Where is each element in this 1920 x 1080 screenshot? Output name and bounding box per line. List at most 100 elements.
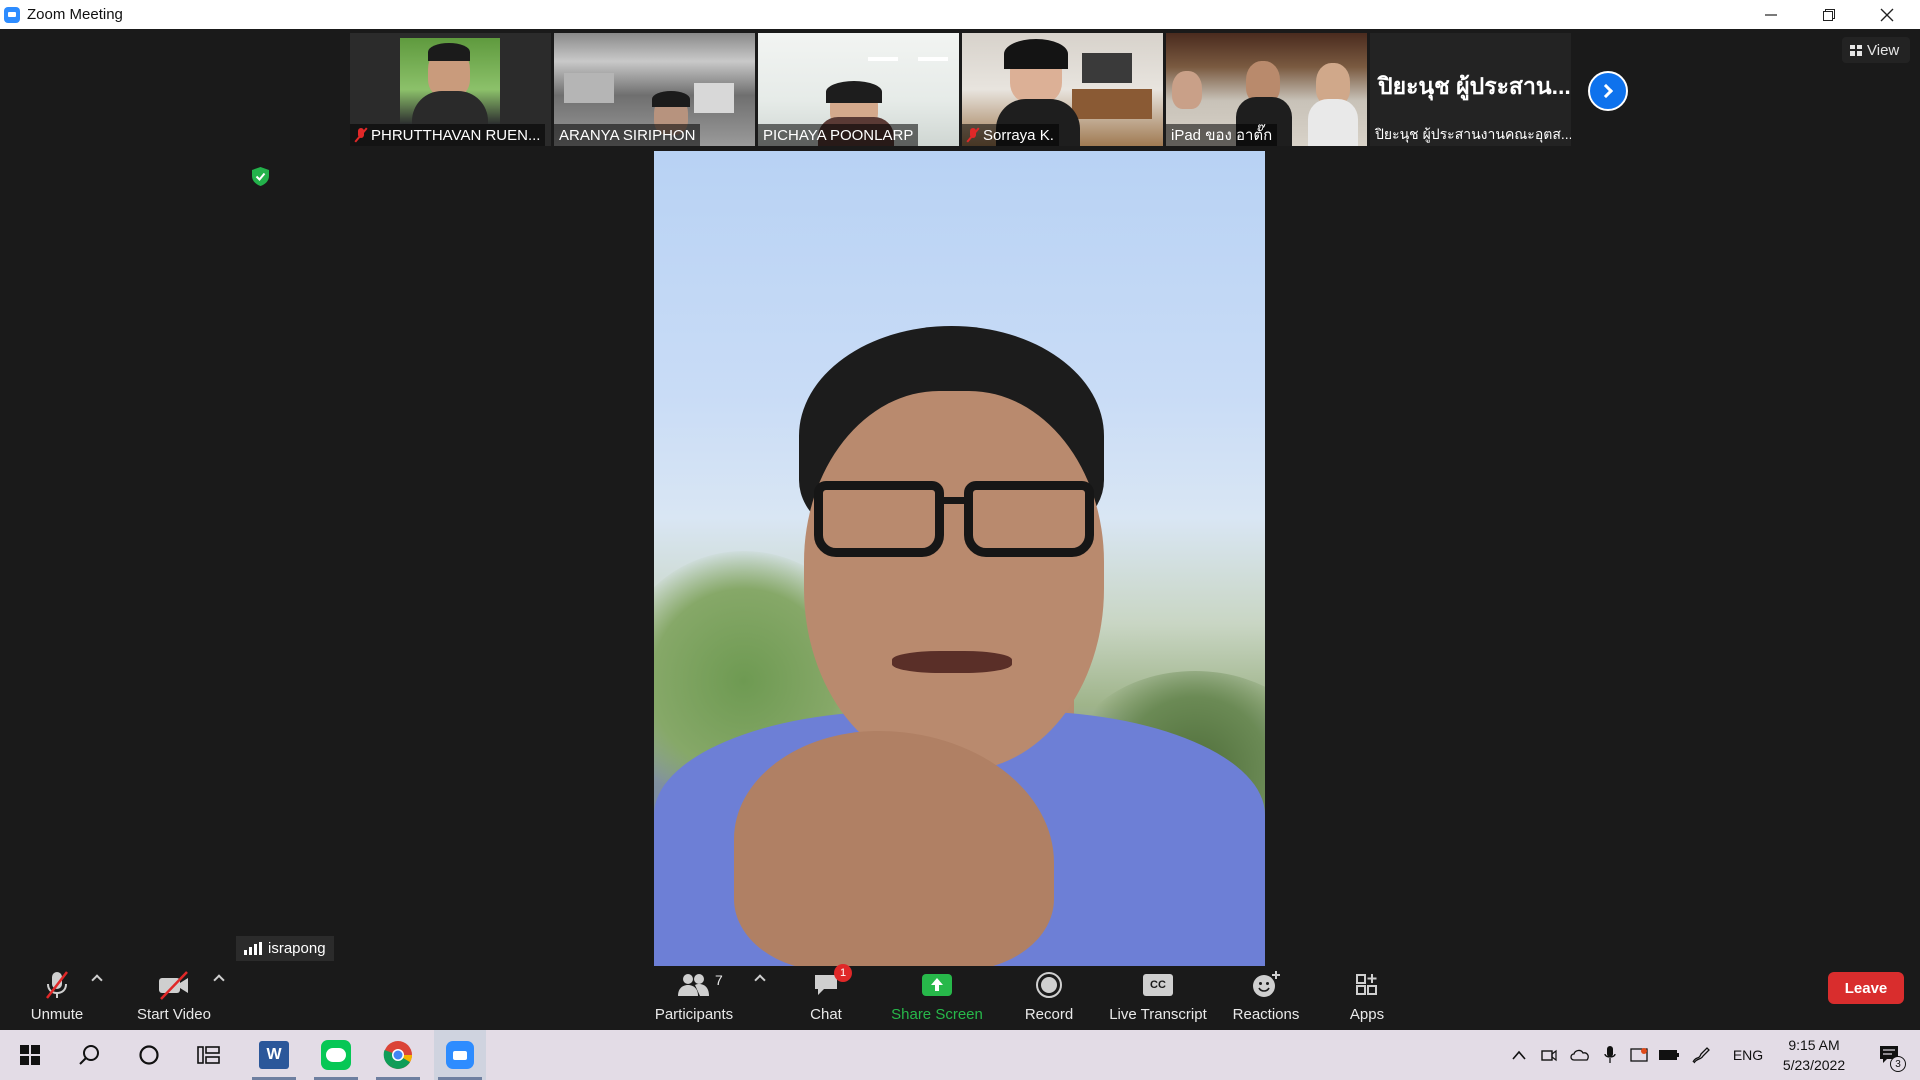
zoom-app-icon [4, 6, 20, 23]
cortana-circle-icon [139, 1045, 159, 1065]
participant-thumbnail[interactable]: PHRUTTHAVAN RUEN... [350, 33, 551, 146]
chevron-up-icon [1512, 1050, 1526, 1060]
participant-thumbnail[interactable]: PICHAYA POONLARP [758, 33, 959, 146]
speaker-name-tag: israpong [236, 936, 334, 961]
restore-icon [1823, 8, 1835, 21]
zoom-taskbar-icon [446, 1041, 474, 1069]
tray-sync[interactable] [1626, 1030, 1652, 1080]
minimize-icon [1765, 13, 1777, 16]
participant-thumbnail[interactable]: ARANYA SIRIPHON [554, 33, 755, 146]
clock-date: 5/23/2022 [1782, 1057, 1846, 1073]
video-camera-tray-icon [1541, 1049, 1557, 1062]
start-video-label: Start Video [137, 1006, 211, 1023]
tray-microphone[interactable] [1598, 1030, 1622, 1080]
taskbar-word[interactable]: W [248, 1030, 300, 1080]
sync-icon [1630, 1048, 1648, 1062]
taskbar-zoom[interactable] [434, 1030, 486, 1080]
participant-name: PICHAYA POONLARP [763, 126, 914, 144]
participant-thumbnail[interactable]: ปิยะนุช ผู้ประสาน... ปิยะนุช ผู้ประสานงา… [1370, 33, 1571, 146]
record-label: Record [1024, 1006, 1074, 1023]
apps-button[interactable]: Apps [1336, 966, 1398, 1030]
line-app-icon [321, 1040, 351, 1070]
participant-name-tag: iPad ของ อาตั๊ก [1166, 124, 1278, 146]
tray-meet-now[interactable] [1536, 1030, 1562, 1080]
window-title: Zoom Meeting [27, 6, 123, 23]
participant-name: iPad ของ อาตั๊ก [1171, 127, 1273, 144]
tray-battery[interactable] [1656, 1030, 1682, 1080]
apps-label: Apps [1349, 1006, 1385, 1023]
chat-label: Chat [810, 1006, 842, 1023]
participant-name: ARANYA SIRIPHON [559, 126, 696, 144]
participant-name-tag: ปิยะนุช ผู้ประสานงานคณะอุตส... [1370, 124, 1571, 146]
clock-time: 9:15 AM [1788, 1037, 1840, 1053]
security-shield-icon[interactable] [252, 167, 269, 186]
mic-muted-icon [355, 128, 367, 142]
show-hidden-icons-button[interactable] [1506, 1030, 1532, 1080]
closed-caption-icon: CC [1143, 974, 1173, 996]
task-view-button[interactable] [186, 1030, 232, 1080]
taskbar-clock[interactable]: 9:15 AM 5/23/2022 [1770, 1035, 1858, 1075]
search-button[interactable] [66, 1030, 112, 1080]
battery-icon [1659, 1050, 1679, 1060]
participant-name-tag: PHRUTTHAVAN RUEN... [350, 124, 546, 146]
participant-thumbnail[interactable]: Sorraya K. [962, 33, 1163, 146]
participants-button[interactable]: 7 Participants [652, 966, 736, 1030]
share-screen-icon [922, 974, 952, 996]
live-transcript-label: Live Transcript [1109, 1006, 1207, 1023]
task-view-icon [197, 1046, 220, 1064]
connection-signal-icon [244, 942, 262, 955]
input-language[interactable]: ENG [1730, 1030, 1766, 1080]
meeting-toolbar: Unmute Start Video 7 Participants 1 Chat… [0, 964, 1920, 1030]
participant-name: ปิยะนุช ผู้ประสานงานคณะอุตส... [1375, 126, 1571, 142]
tray-pen[interactable] [1688, 1030, 1714, 1080]
live-transcript-button[interactable]: CC Live Transcript [1104, 966, 1212, 1030]
share-screen-label: Share Screen [891, 1006, 983, 1023]
microphone-icon [1604, 1046, 1616, 1063]
apps-icon [1356, 974, 1377, 995]
participants-count: 7 [715, 972, 723, 988]
reactions-button[interactable]: Reactions [1230, 966, 1302, 1030]
participant-name-tag: ARANYA SIRIPHON [554, 124, 701, 146]
participants-icon [678, 974, 709, 996]
close-icon [1880, 8, 1894, 21]
participant-name: PHRUTTHAVAN RUEN... [371, 126, 541, 144]
participant-strip: PHRUTTHAVAN RUEN... ARANYA SIRIPHON PICH… [350, 33, 1571, 146]
mic-muted-icon [967, 128, 979, 142]
search-icon [79, 1045, 99, 1065]
tray-onedrive[interactable] [1566, 1030, 1594, 1080]
speaker-name: israpong [268, 940, 326, 957]
leave-meeting-button[interactable]: Leave [1828, 972, 1904, 1004]
cortana-button[interactable] [126, 1030, 172, 1080]
start-button[interactable] [8, 1030, 52, 1080]
taskbar-chrome[interactable] [372, 1030, 424, 1080]
chevron-right-icon [1598, 83, 1614, 99]
cloud-icon [1570, 1049, 1589, 1061]
start-video-button[interactable]: Start Video [132, 966, 216, 1030]
record-button[interactable]: Record [1018, 966, 1080, 1030]
minimize-button[interactable] [1742, 0, 1800, 29]
restore-button[interactable] [1800, 0, 1858, 29]
close-button[interactable] [1858, 0, 1916, 29]
view-button-label: View [1867, 41, 1900, 59]
chat-button[interactable]: 1 Chat [800, 964, 852, 1030]
notification-count: 3 [1890, 1056, 1906, 1072]
taskbar-line[interactable] [310, 1030, 362, 1080]
action-center-button[interactable]: 3 [1870, 1030, 1910, 1080]
record-icon [1036, 972, 1062, 998]
windows-logo-icon [20, 1045, 40, 1065]
pen-icon [1692, 1047, 1710, 1064]
reactions-label: Reactions [1232, 1006, 1300, 1023]
participant-name-tag: Sorraya K. [962, 124, 1059, 146]
next-page-button[interactable] [1588, 71, 1628, 111]
participant-name: Sorraya K. [983, 126, 1054, 144]
chat-unread-badge: 1 [834, 964, 852, 982]
chrome-app-icon [383, 1041, 412, 1069]
participant-thumbnail[interactable]: iPad ของ อาตั๊ก [1166, 33, 1367, 146]
grid-view-icon [1850, 44, 1862, 56]
view-button[interactable]: View [1842, 37, 1910, 63]
mic-off-icon [46, 971, 68, 999]
title-bar: Zoom Meeting [0, 0, 1920, 29]
unmute-button[interactable]: Unmute [20, 966, 94, 1030]
share-screen-button[interactable]: Share Screen [888, 966, 986, 1030]
participants-options-caret[interactable] [754, 974, 766, 986]
